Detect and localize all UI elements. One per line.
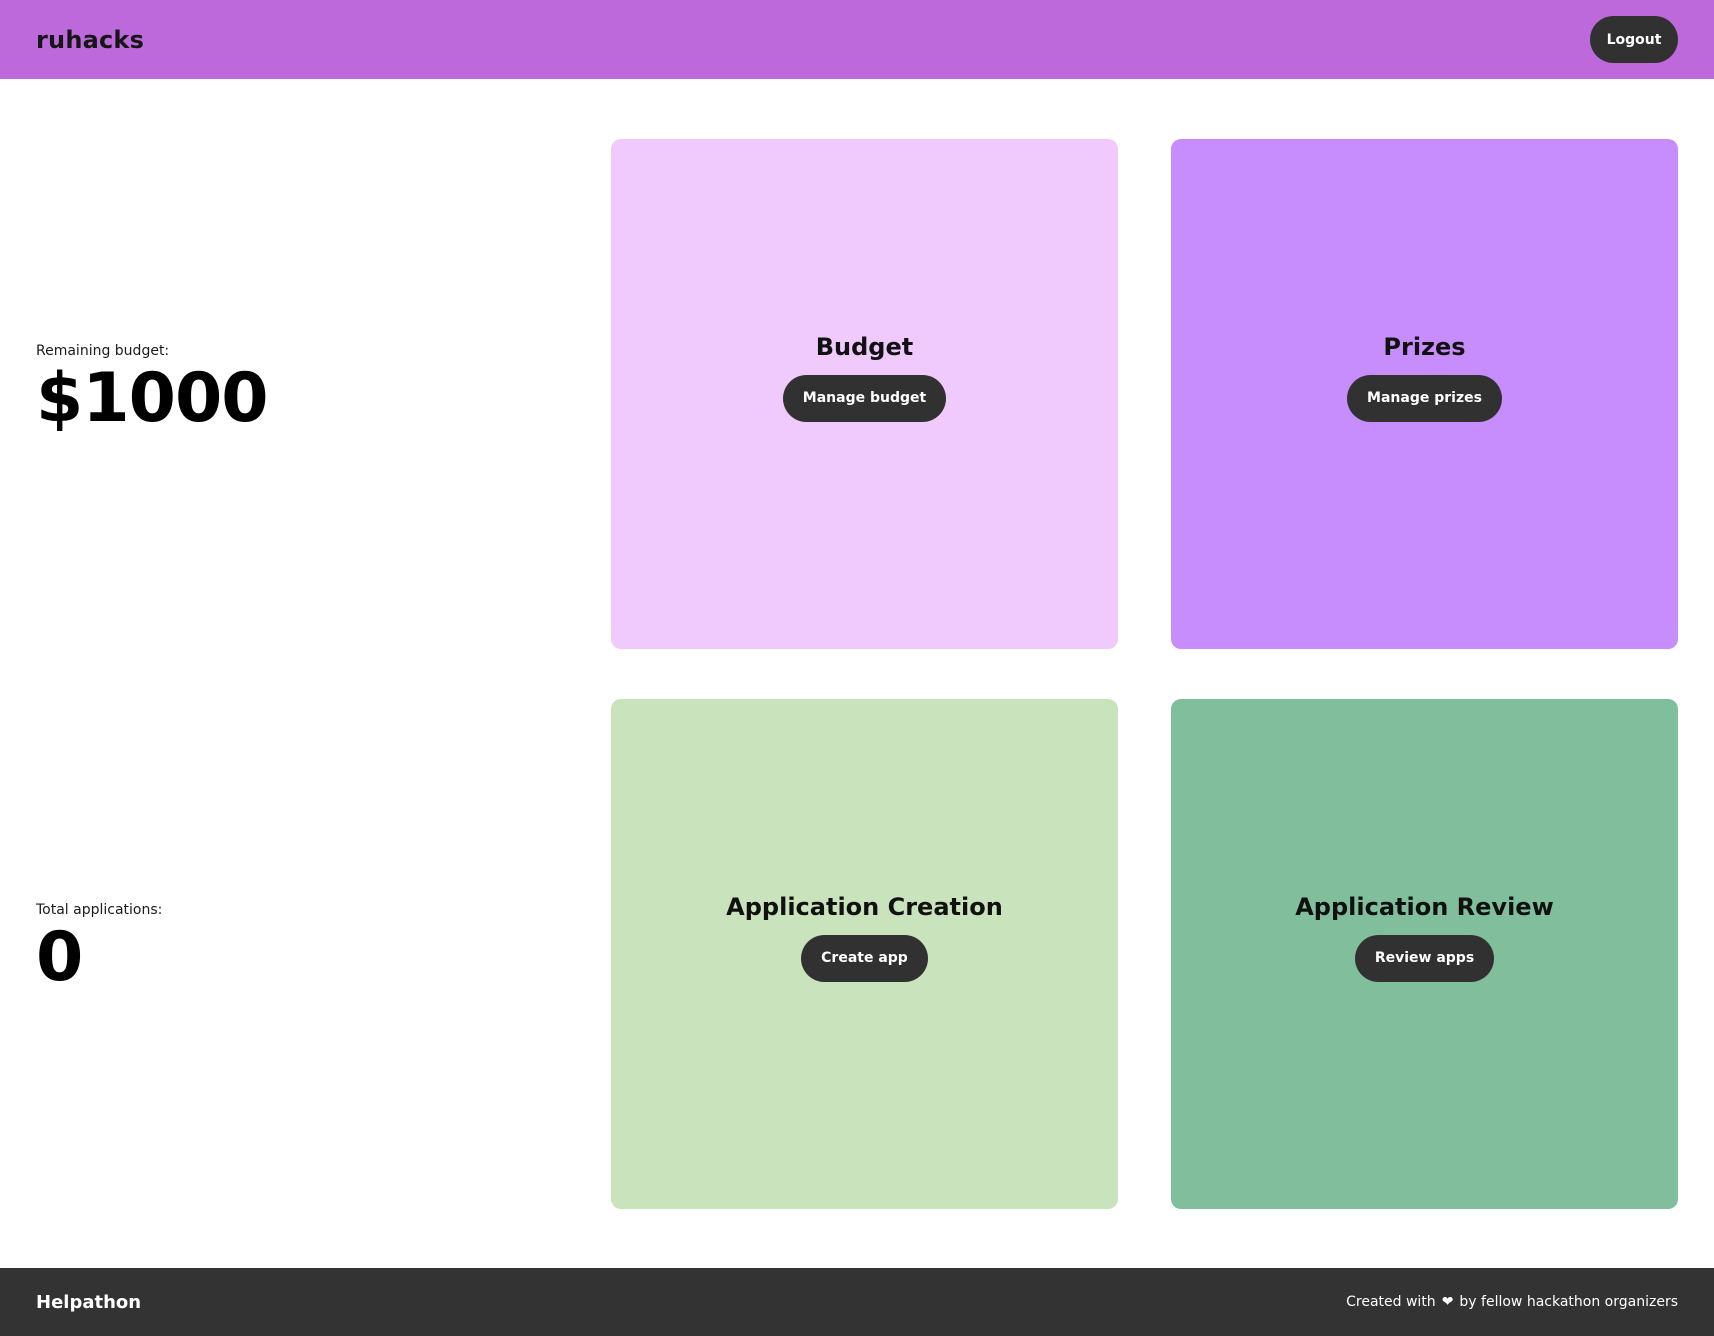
logout-button[interactable]: Logout bbox=[1590, 16, 1678, 63]
top-navbar: ruhacks Logout bbox=[0, 0, 1714, 79]
application-creation-title: Application Creation bbox=[726, 892, 1003, 921]
brand-logo-text[interactable]: ruhacks bbox=[36, 26, 144, 54]
footer-brand: Helpathon bbox=[36, 1291, 142, 1313]
review-apps-button[interactable]: Review apps bbox=[1354, 934, 1495, 982]
remaining-budget-value: $1000 bbox=[36, 359, 269, 438]
footer-credit: Created with ❤ by fellow hackathon organ… bbox=[1346, 1294, 1678, 1310]
remaining-budget-label: Remaining budget: bbox=[36, 343, 170, 359]
prizes-card: Prizes Manage prizes bbox=[1171, 139, 1678, 649]
footer-credit-prefix: Created with bbox=[1346, 1294, 1436, 1310]
application-review-title: Application Review bbox=[1295, 892, 1554, 921]
footer-credit-suffix: by fellow hackathon organizers bbox=[1459, 1294, 1678, 1310]
create-app-button[interactable]: Create app bbox=[801, 934, 928, 982]
remaining-budget-stat: Remaining budget: $1000 bbox=[36, 343, 269, 438]
page-footer: Helpathon Created with ❤ by fellow hacka… bbox=[0, 1268, 1714, 1336]
total-applications-stat: Total applications: 0 bbox=[36, 902, 162, 992]
application-creation-card: Application Creation Create app bbox=[611, 699, 1118, 1209]
total-applications-label: Total applications: bbox=[36, 902, 163, 918]
heart-icon: ❤ bbox=[1441, 1294, 1454, 1310]
budget-card-title: Budget bbox=[815, 332, 914, 361]
prizes-card-title: Prizes bbox=[1383, 332, 1466, 361]
application-review-card: Application Review Review apps bbox=[1171, 699, 1678, 1209]
manage-budget-button[interactable]: Manage budget bbox=[782, 374, 947, 422]
total-applications-value: 0 bbox=[36, 918, 83, 997]
manage-prizes-button[interactable]: Manage prizes bbox=[1347, 374, 1502, 422]
budget-card: Budget Manage budget bbox=[611, 139, 1118, 649]
